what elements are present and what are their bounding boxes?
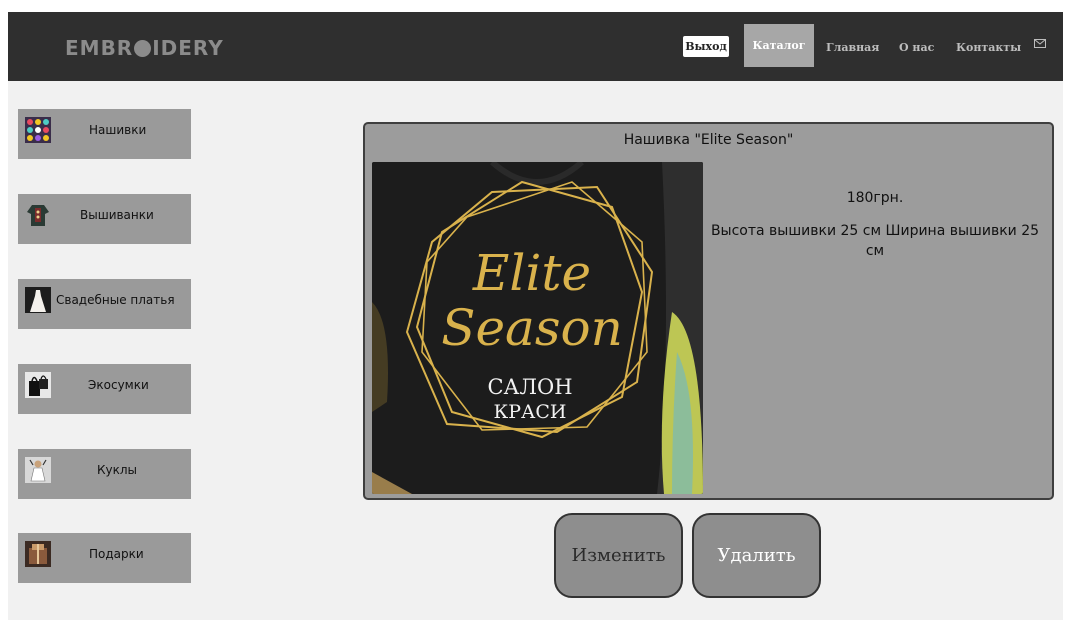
sidebar-item-label: Куклы (97, 463, 138, 477)
edit-button[interactable]: Изменить (554, 513, 683, 598)
delete-button[interactable]: Удалить (692, 513, 821, 598)
nav-item-about[interactable]: О нас (899, 41, 934, 54)
embroidered-shirt-thumbnail (25, 202, 51, 228)
sidebar-item-patches[interactable]: Нашивки (18, 109, 191, 159)
sidebar-item-eco-bags[interactable]: Экосумки (18, 364, 191, 414)
product-dimensions: Высота вышивки 25 см Ширина вышивки 25 с… (710, 223, 1040, 259)
patches-thumbnail (25, 117, 51, 143)
nav-item-home[interactable]: Главная (826, 41, 879, 54)
main-nav: Выход Каталог Главная О нас Контакты (8, 24, 1063, 68)
product-photo-illustration: Elite Season САЛОН КРАСИ (372, 162, 703, 494)
product-title: Нашивка "Elite Season" (623, 132, 794, 148)
wedding-dress-thumbnail (25, 287, 51, 313)
envelope-icon[interactable] (1034, 39, 1046, 48)
product-image: Elite Season САЛОН КРАСИ (372, 162, 703, 494)
nav-item-contacts[interactable]: Контакты (956, 41, 1021, 54)
sidebar-item-dolls[interactable]: Куклы (18, 449, 191, 499)
sidebar-item-label: Вышиванки (80, 208, 154, 222)
image-text-krasy: КРАСИ (494, 401, 567, 423)
image-text-salon: САЛОН (487, 375, 572, 399)
product-card: Нашивка "Elite Season" Elite Season САЛО… (363, 122, 1054, 500)
sidebar-item-label: Нашивки (89, 123, 147, 137)
sidebar-item-label: Экосумки (88, 378, 149, 392)
image-text-season: Season (441, 299, 623, 357)
doll-thumbnail (25, 457, 51, 483)
sidebar-item-wedding-dresses[interactable]: Свадебные платья (18, 279, 191, 329)
sidebar-item-label: Свадебные платья (56, 293, 175, 307)
image-text-elite: Elite (472, 244, 591, 302)
logout-button[interactable]: Выход (683, 36, 729, 57)
product-price: 180грн. (846, 190, 904, 206)
gift-thumbnail (25, 541, 51, 567)
sidebar-item-gifts[interactable]: Подарки (18, 533, 191, 583)
eco-bag-thumbnail (25, 372, 51, 398)
page-frame: EMBR IDERY Выход Каталог Главная О нас Ко… (8, 12, 1063, 620)
top-navigation-bar: EMBR IDERY Выход Каталог Главная О нас Ко… (8, 12, 1063, 81)
sidebar-item-label: Подарки (89, 547, 144, 561)
sidebar-item-vyshyvanky[interactable]: Вышиванки (18, 194, 191, 244)
nav-item-catalog[interactable]: Каталог (744, 24, 814, 67)
